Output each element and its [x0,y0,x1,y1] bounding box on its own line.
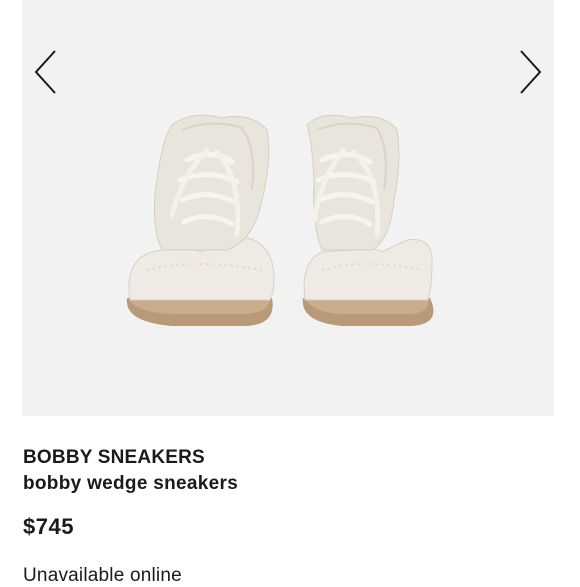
product-image-gallery[interactable] [22,0,554,416]
right-sneaker [302,114,434,326]
left-sneaker [126,114,275,326]
product-brand: BOBBY SNEAKERS [23,447,205,468]
sneakers-photo [126,114,434,326]
product-name: bobby wedge sneakers [23,473,239,494]
availability-status: Unavailable online [23,565,182,586]
next-image-button[interactable] [508,46,552,98]
chevron-right-icon [520,50,542,94]
product-price: $745 [23,514,74,539]
previous-image-button[interactable] [24,46,68,98]
chevron-left-icon [34,50,56,94]
